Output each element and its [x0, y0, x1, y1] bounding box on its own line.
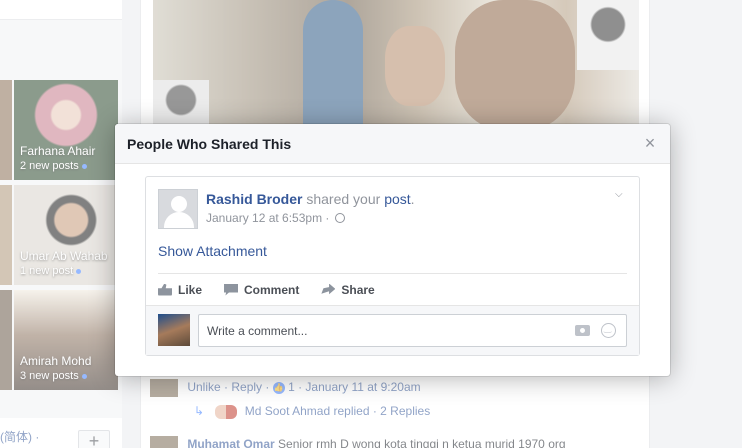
- story-actions: Like Comment Share: [158, 273, 627, 305]
- story-meta: Rashid Broder shared your post. January …: [206, 191, 415, 225]
- avatar-head: [171, 196, 187, 212]
- comment-label: Comment: [244, 282, 300, 297]
- like-label: Like: [178, 282, 203, 297]
- share-label: Share: [341, 282, 375, 297]
- shares-dialog: People Who Shared This × Rashid Broder s…: [115, 124, 670, 376]
- comment-input[interactable]: [199, 315, 559, 346]
- comment-box: [198, 314, 627, 347]
- dialog-title: People Who Shared This: [127, 136, 292, 152]
- chevron-down-icon[interactable]: ⌵: [615, 189, 627, 201]
- story-timestamp: January 12 at 6:53pm ·: [206, 211, 415, 225]
- close-icon[interactable]: ×: [642, 134, 658, 152]
- comment-button[interactable]: Comment: [224, 283, 299, 297]
- avatar[interactable]: [158, 314, 190, 346]
- avatar-body: [164, 212, 194, 228]
- dialog-header: People Who Shared This ×: [115, 124, 670, 164]
- story-header: Rashid Broder shared your post. January …: [146, 177, 639, 235]
- story-action-text: shared your: [302, 191, 385, 207]
- share-button[interactable]: Share: [321, 282, 375, 297]
- show-attachment-link[interactable]: Show Attachment: [146, 235, 639, 273]
- comment-composer: [146, 305, 639, 355]
- camera-icon[interactable]: [575, 325, 590, 336]
- dialog-body: Rashid Broder shared your post. January …: [115, 164, 670, 356]
- story-suffix: .: [410, 191, 415, 207]
- comment-icon: [224, 283, 239, 296]
- story-line: Rashid Broder shared your post.: [206, 191, 415, 207]
- avatar[interactable]: [158, 189, 198, 229]
- story-author[interactable]: Rashid Broder: [206, 191, 302, 207]
- share-icon: [321, 283, 336, 295]
- globe-icon: [334, 213, 345, 223]
- like-button[interactable]: Like: [158, 283, 202, 297]
- like-icon: [158, 283, 172, 296]
- post-link[interactable]: post: [384, 191, 410, 207]
- emoji-icon[interactable]: [601, 323, 616, 338]
- shared-story: Rashid Broder shared your post. January …: [145, 176, 640, 356]
- timestamp-link[interactable]: January 12 at 6:53pm ·: [206, 211, 333, 225]
